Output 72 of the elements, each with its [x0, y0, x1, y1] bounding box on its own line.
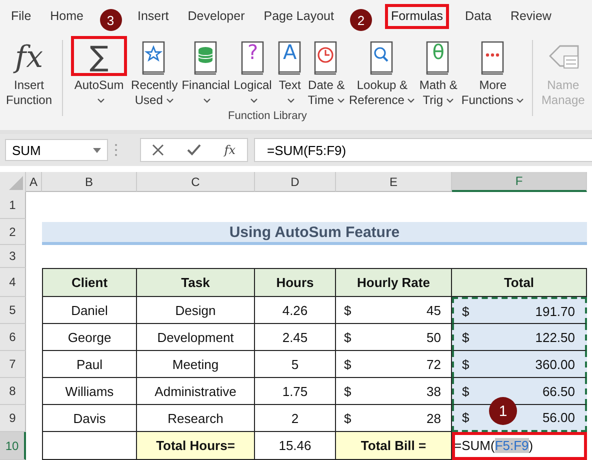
table-cell: Daniel: [42, 297, 137, 324]
column-header[interactable]: C: [137, 172, 255, 192]
row-header[interactable]: 6: [0, 324, 26, 351]
check-icon[interactable]: [187, 144, 202, 156]
ribbon-button[interactable]: ? Logical: [232, 36, 274, 110]
ribbon-tab[interactable]: Developer: [184, 4, 248, 28]
ribbon-button[interactable]: Lookup & Reference: [347, 36, 418, 110]
row-header[interactable]: 1: [0, 192, 26, 219]
group-label: Function Library: [228, 110, 307, 122]
column-heading: Client: [42, 268, 137, 297]
callout-badge: 3: [100, 9, 122, 31]
column-header[interactable]: B: [42, 172, 137, 192]
sheet-title: Using AutoSum Feature: [42, 222, 587, 245]
row-header[interactable]: 8: [0, 378, 26, 405]
ribbon-tab[interactable]: Formulas: [384, 4, 450, 28]
table-cell: 2.45: [255, 324, 336, 351]
insert-function-button[interactable]: fx: [224, 143, 236, 157]
table-cell: Design: [137, 297, 255, 324]
column-heading: Hourly Rate: [336, 268, 452, 297]
table-cell: 2: [255, 405, 336, 432]
column-heading: Task: [137, 268, 255, 297]
column-header[interactable]: D: [255, 172, 336, 192]
ribbon-tab[interactable]: Insert: [134, 4, 172, 28]
table-cell: Administrative: [137, 378, 255, 405]
table-cell: $ 122.50: [452, 324, 587, 351]
table-cell: Meeting: [137, 351, 255, 378]
column-header[interactable]: A: [26, 172, 42, 192]
column-heading: Hours: [255, 268, 336, 297]
row-header[interactable]: 9: [0, 405, 26, 432]
table-cell: George: [42, 324, 137, 351]
column-heading: Total: [452, 268, 587, 297]
ribbon-tab[interactable]: Home: [47, 4, 86, 28]
column-header[interactable]: E: [336, 172, 452, 192]
cell-editor[interactable]: =SUM(F5:F9): [452, 432, 587, 460]
ribbon-button[interactable]: Financial: [180, 36, 232, 110]
row-header[interactable]: 7: [0, 351, 26, 378]
table-cell: Paul: [42, 351, 137, 378]
ribbon-tab[interactable]: Data: [462, 4, 494, 28]
row-header[interactable]: 5: [0, 297, 26, 324]
ribbon-button[interactable]: A Text: [274, 36, 306, 110]
ribbon-button[interactable]: Recently Used: [129, 36, 180, 110]
table-cell: Development: [137, 324, 255, 351]
row-header[interactable]: 4: [0, 268, 26, 297]
table-cell: Williams: [42, 378, 137, 405]
callout-badge: 2: [350, 9, 372, 31]
ribbon-button[interactable]: Date & Time: [306, 36, 348, 110]
ribbon-button[interactable]: More Functions: [459, 36, 526, 110]
table-cell: $ 360.00: [452, 351, 587, 378]
row-header[interactable]: 10: [0, 432, 26, 460]
formula-field[interactable]: =SUM(F5:F9): [254, 138, 592, 162]
table-cell: $ 66.50: [452, 378, 587, 405]
ribbon-tab[interactable]: Page Layout: [260, 4, 337, 28]
table-cell: Davis: [42, 405, 137, 432]
dropdown-icon: [93, 148, 101, 152]
column-header[interactable]: F: [452, 172, 587, 192]
name-box[interactable]: SUM: [5, 139, 108, 161]
ribbon-button[interactable]: ∑ AutoSum: [69, 36, 130, 110]
ribbon-button[interactable]: θ Math & Trig: [417, 36, 460, 110]
ribbon-tab[interactable]: Review: [507, 4, 554, 28]
cancel-icon[interactable]: [152, 144, 164, 156]
table-cell: 4.26: [255, 297, 336, 324]
table-cell: 1.75: [255, 378, 336, 405]
table-cell: 5: [255, 351, 336, 378]
table-cell: $ 191.70: [452, 297, 587, 324]
function-icon: fx: [9, 39, 50, 77]
row-header[interactable]: 3: [0, 245, 26, 268]
sum-icon: ∑: [84, 38, 114, 74]
ribbon-button[interactable]: fx Insert Function: [4, 36, 54, 110]
ribbon-tab[interactable]: File: [8, 4, 34, 28]
row-header[interactable]: 2: [0, 219, 26, 245]
total-label: Total Hours=: [137, 432, 255, 460]
total-label: Total Bill =: [336, 432, 452, 460]
